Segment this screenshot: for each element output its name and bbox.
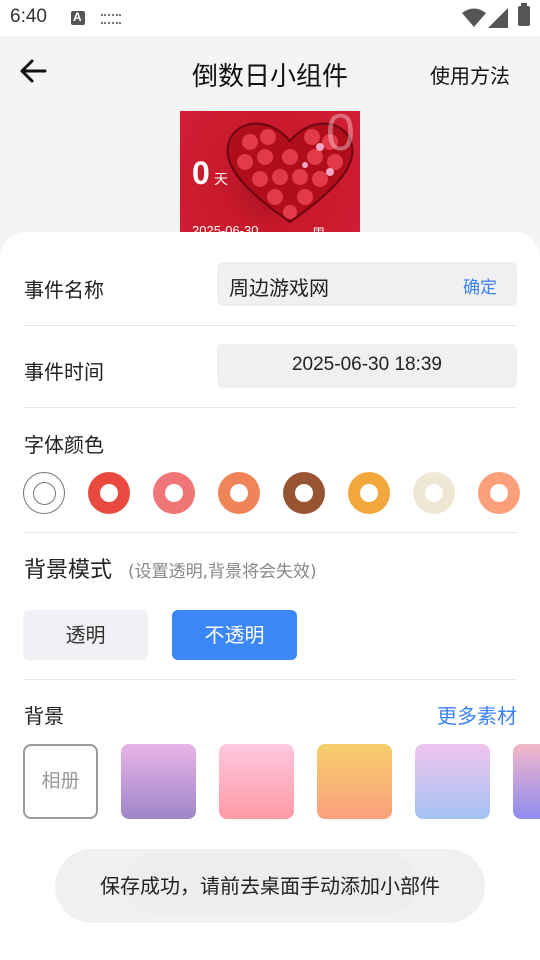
background-thumbnail[interactable] bbox=[121, 744, 196, 819]
background-label: 背景 bbox=[24, 704, 64, 728]
widget-preview: 0 0 天 2025-06-30 周 bbox=[180, 111, 360, 241]
preview-days: 0 bbox=[192, 155, 210, 191]
event-name-field[interactable]: 周边游戏网 确定 bbox=[217, 262, 517, 306]
event-name-value: 周边游戏网 bbox=[229, 276, 329, 300]
background-thumbnail[interactable] bbox=[317, 744, 392, 819]
header: 倒数日小组件 使用方法 bbox=[0, 36, 540, 112]
background-thumbnail[interactable] bbox=[415, 744, 490, 819]
status-time: 6:40 bbox=[10, 6, 47, 27]
font-color-label: 字体颜色 bbox=[24, 433, 104, 457]
album-button[interactable]: 相册 bbox=[23, 744, 98, 819]
font-color-swatch[interactable] bbox=[413, 472, 455, 514]
event-name-label: 事件名称 bbox=[24, 278, 104, 302]
event-time-value: 2025-06-30 18:39 bbox=[291, 354, 442, 375]
background-thumbnails: 相册 bbox=[0, 744, 540, 820]
font-color-swatch[interactable] bbox=[88, 472, 130, 514]
font-color-swatch[interactable] bbox=[478, 472, 520, 514]
font-color-swatch[interactable] bbox=[348, 472, 390, 514]
font-color-swatch[interactable] bbox=[218, 472, 260, 514]
help-link[interactable]: 使用方法 bbox=[430, 60, 510, 89]
background-mode-title: 背景模式 bbox=[24, 558, 113, 583]
arrow-left-icon bbox=[20, 59, 47, 83]
background-thumbnail[interactable] bbox=[513, 744, 540, 819]
preview-big-number: 0 bbox=[326, 111, 355, 162]
keyboard-icon bbox=[101, 14, 121, 24]
font-color-swatches bbox=[0, 472, 540, 514]
event-time-label: 事件时间 bbox=[24, 360, 104, 384]
wifi-icon bbox=[462, 8, 486, 27]
accessibility-notification-icon bbox=[71, 10, 85, 25]
signal-icon bbox=[488, 8, 508, 28]
more-materials-link[interactable]: 更多素材 bbox=[437, 700, 517, 729]
back-button[interactable] bbox=[18, 56, 58, 92]
background-mode-hint: (设置透明,背景将会失效) bbox=[128, 562, 317, 582]
background-thumbnail[interactable] bbox=[219, 744, 294, 819]
opaque-mode-button[interactable]: 不透明 bbox=[172, 610, 297, 660]
confirm-button[interactable]: 确定 bbox=[463, 273, 497, 298]
toast-message: 保存成功，请前去桌面手动添加小部件 bbox=[55, 849, 485, 923]
divider bbox=[24, 325, 517, 326]
divider bbox=[24, 532, 517, 533]
divider bbox=[24, 407, 517, 408]
preview-day-unit: 天 bbox=[214, 172, 228, 188]
divider bbox=[24, 679, 517, 680]
event-time-field[interactable]: 2025-06-30 18:39 bbox=[217, 344, 517, 388]
transparent-mode-button[interactable]: 透明 bbox=[23, 610, 148, 660]
font-color-swatch[interactable] bbox=[153, 472, 195, 514]
font-color-swatch[interactable] bbox=[283, 472, 325, 514]
font-color-swatch[interactable] bbox=[23, 472, 65, 514]
status-bar: 6:40 bbox=[0, 0, 540, 36]
battery-icon bbox=[518, 3, 530, 26]
